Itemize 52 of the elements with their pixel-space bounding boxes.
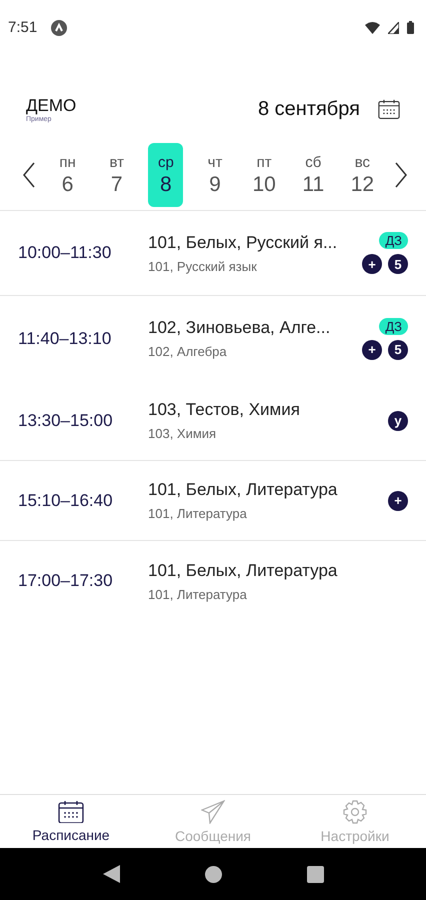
lesson-subtitle: 101, Литература bbox=[148, 506, 248, 521]
mark-badge: + bbox=[388, 490, 408, 510]
lesson-subtitle: 101, Русский язык bbox=[148, 258, 258, 274]
battery-icon bbox=[407, 21, 414, 34]
back-icon[interactable] bbox=[102, 865, 120, 883]
mark-badge: + bbox=[362, 254, 382, 274]
calendar-icon[interactable] bbox=[378, 98, 400, 120]
lesson-time: 13:30–15:00 bbox=[18, 410, 114, 430]
lesson-title: 103, Тестов, Химия bbox=[148, 400, 301, 420]
lesson-subtitle: 103, Химия bbox=[148, 426, 218, 441]
chevron-left-icon[interactable] bbox=[22, 162, 36, 188]
signal-icon bbox=[388, 22, 399, 34]
mark-badge: + bbox=[362, 340, 382, 360]
lesson-time: 17:00–17:30 bbox=[18, 571, 114, 591]
wifi-icon bbox=[365, 22, 380, 34]
lesson-row[interactable]: 10:00–11:30 101, Белых, Русский я... 101, Русский язык ДЗ + 5 bbox=[0, 211, 426, 296]
lesson-row[interactable]: 17:00–17:30 101, Белых, Литература 101, Литература bbox=[0, 541, 426, 621]
selected-date: 8 сентября bbox=[258, 98, 360, 120]
nav-tab[interactable]: Расписание bbox=[0, 795, 142, 848]
mark-badge: у bbox=[388, 410, 408, 430]
day-tab[interactable]: пт 10 bbox=[246, 143, 282, 207]
settings-icon bbox=[343, 800, 367, 824]
lesson-title: 101, Белых, Литература bbox=[148, 480, 338, 500]
lesson-subtitle: 102, Алгебра bbox=[148, 344, 228, 359]
app-notification-icon bbox=[51, 20, 68, 36]
lesson-title: 101, Белых, Литература bbox=[148, 560, 338, 580]
homework-badge: ДЗ bbox=[379, 232, 408, 249]
lesson-time: 10:00–11:30 bbox=[18, 243, 112, 263]
calendar-icon[interactable] bbox=[58, 800, 84, 824]
lesson-time: 11:40–13:10 bbox=[18, 328, 112, 348]
status-time: 7:51 bbox=[8, 19, 38, 36]
lesson-row[interactable]: 11:40–13:10 102, Зиновьева, Алге... 102, Алгебра ДЗ + 5 bbox=[0, 296, 426, 381]
day-tab[interactable]: вс 12 bbox=[344, 143, 380, 207]
mark-badge: 5 bbox=[388, 254, 408, 274]
day-tab[interactable]: ср 8 bbox=[148, 143, 184, 207]
lesson-time: 15:10–16:40 bbox=[18, 490, 114, 510]
day-tab[interactable]: вт 7 bbox=[99, 143, 134, 207]
chevron-right-icon[interactable] bbox=[394, 162, 408, 188]
home-icon[interactable] bbox=[204, 866, 222, 882]
day-tab[interactable]: чт 9 bbox=[198, 143, 232, 207]
lesson-title: 102, Зиновьева, Алге... bbox=[148, 318, 332, 338]
lesson-subtitle: 101, Литература bbox=[148, 586, 248, 602]
lesson-row[interactable]: 13:30–15:00 103, Тестов, Химия 103, Химия у bbox=[0, 381, 426, 461]
day-tab[interactable]: сб 11 bbox=[296, 143, 331, 207]
school-title: ДЕМО bbox=[26, 96, 76, 116]
lesson-row[interactable]: 15:10–16:40 101, Белых, Литература 101, Литература + bbox=[0, 461, 426, 541]
paper-plane-icon bbox=[201, 800, 225, 824]
day-tab[interactable]: пн 6 bbox=[50, 143, 86, 207]
mark-badge: 5 bbox=[388, 340, 408, 360]
recents-icon[interactable] bbox=[306, 866, 324, 882]
homework-badge: ДЗ bbox=[379, 318, 408, 334]
lesson-title: 101, Белых, Русский я... bbox=[148, 232, 338, 252]
